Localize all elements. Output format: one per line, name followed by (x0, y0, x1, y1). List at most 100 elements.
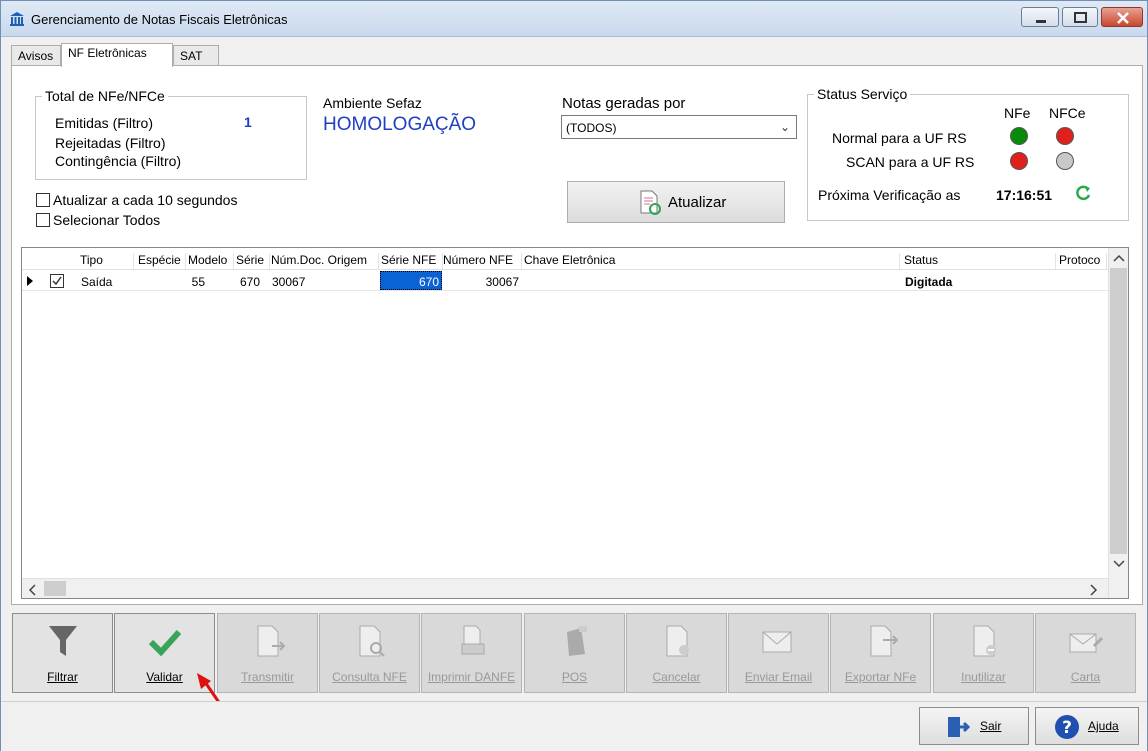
notas-geradas-value: (TODOS) (566, 121, 617, 135)
column-header-status[interactable]: Status (904, 253, 1056, 269)
row-indicator-icon (27, 276, 33, 286)
column-header-chave-eletronica[interactable]: Chave Eletrônica (524, 253, 900, 269)
consulta-nfe-button[interactable]: Consulta NFE (319, 613, 420, 693)
close-button[interactable] (1101, 7, 1143, 27)
cell-numero-nfe: 30067 (485, 275, 519, 289)
funnel-icon (49, 626, 77, 656)
document-cancel-icon (666, 625, 689, 657)
scroll-up-icon[interactable] (1113, 254, 1125, 262)
status-servico-group: Status Serviço NFe NFCe Normal para a UF… (807, 86, 1129, 221)
atualizar-label: Atualizar (668, 194, 727, 211)
window-title: Gerenciamento de Notas Fiscais Eletrônic… (31, 12, 288, 27)
vertical-scrollbar[interactable] (1108, 248, 1128, 598)
footer-bar: Sair ? Ajuda (1, 701, 1147, 751)
minimize-button[interactable] (1021, 7, 1059, 27)
scan-nfe-status-indicator (1010, 152, 1028, 170)
horizontal-scrollbar[interactable] (22, 578, 1108, 598)
tab-avisos[interactable]: Avisos (11, 45, 61, 66)
normal-nfe-status-indicator (1010, 127, 1028, 145)
document-export-icon (870, 625, 899, 657)
envelope-send-icon (762, 631, 792, 653)
column-header-serie-nfe[interactable]: Série NFE (381, 253, 443, 269)
grid-header: Tipo Espécie Modelo Série Núm.Doc. Orige… (22, 248, 1108, 270)
cell-status: Digitada (905, 275, 953, 289)
next-check-time: 17:16:51 (996, 187, 1053, 203)
emitidas-label: Emitidas (Filtro) (55, 115, 154, 131)
select-all-checkbox-box[interactable] (36, 213, 50, 227)
ambiente-value: HOMOLOGAÇÃO (323, 114, 477, 135)
vertical-scroll-thumb[interactable] (1110, 268, 1127, 554)
maximize-button[interactable] (1062, 7, 1098, 27)
nfe-column-label: NFe (1004, 105, 1031, 121)
status-servico-legend: Status Serviço (814, 86, 911, 102)
normal-uf-label: Normal para a UF RS (832, 130, 967, 146)
auto-refresh-checkbox[interactable]: Atualizar a cada 10 segundos (36, 192, 237, 208)
auto-refresh-checkbox-box[interactable] (36, 193, 50, 207)
contingencia-label: Contingência (Filtro) (55, 153, 182, 169)
totals-group: Total de NFe/NFCe Emitidas (Filtro) 1 Re… (35, 88, 307, 180)
horizontal-scroll-thumb[interactable] (44, 581, 66, 596)
help-icon: ? (1055, 715, 1079, 739)
enviar-email-button[interactable]: Enviar Email (728, 613, 829, 693)
pos-terminal-icon (567, 626, 587, 656)
checkmark-icon (148, 629, 182, 657)
row-checkbox[interactable] (50, 274, 65, 289)
select-all-checkbox[interactable]: Selecionar Todos (36, 212, 160, 228)
column-header-numero-nfe[interactable]: Número NFE (443, 253, 522, 269)
bank-building-icon (10, 12, 24, 26)
scroll-down-icon[interactable] (1113, 560, 1125, 568)
emitidas-value: 1 (244, 114, 252, 130)
scan-uf-label: SCAN para a UF RS (846, 154, 975, 170)
tab-nf-eletronicas[interactable]: NF Eletrônicas (61, 43, 173, 67)
column-header-modelo[interactable]: Modelo (188, 253, 234, 269)
chevron-down-icon: ⌄ (779, 120, 790, 134)
title-bar: Gerenciamento de Notas Fiscais Eletrônic… (1, 1, 1147, 37)
cell-tipo: Saída (81, 275, 113, 289)
cancelar-button[interactable]: Cancelar (626, 613, 727, 693)
ambiente-label: Ambiente Sefaz (323, 95, 422, 111)
column-header-serie[interactable]: Série (236, 253, 270, 269)
svg-text:?: ? (1062, 718, 1072, 738)
table-row[interactable]: Saída 55 670 30067 670 30067 Digitada (22, 271, 1108, 291)
scroll-left-icon[interactable] (28, 584, 36, 596)
envelope-edit-icon (1069, 633, 1104, 653)
sair-button[interactable]: Sair (919, 707, 1029, 745)
column-header-protocolo[interactable]: Protoco (1059, 253, 1107, 269)
auto-refresh-label: Atualizar a cada 10 segundos (53, 192, 238, 208)
imprimir-danfe-button[interactable]: Imprimir DANFE (421, 613, 522, 693)
tab-sat[interactable]: SAT (173, 45, 219, 66)
carta-button[interactable]: Carta (1035, 613, 1136, 693)
exportar-nfe-button[interactable]: Exportar NFe (830, 613, 931, 693)
normal-nfce-status-indicator (1056, 127, 1074, 145)
minimize-icon (1036, 20, 1046, 23)
next-check-label: Próxima Verificação as (818, 187, 961, 203)
column-header-tipo[interactable]: Tipo (80, 253, 134, 269)
close-icon (1117, 12, 1129, 24)
exit-door-icon (948, 717, 970, 737)
notas-geradas-select[interactable]: (TODOS) ⌄ (561, 115, 797, 139)
main-window: Gerenciamento de Notas Fiscais Eletrônic… (0, 0, 1148, 751)
rejeitadas-label: Rejeitadas (Filtro) (55, 135, 166, 151)
ajuda-button[interactable]: ? Ajuda (1035, 707, 1139, 745)
inutilizar-button[interactable]: Inutilizar (933, 613, 1034, 693)
document-disable-icon (973, 625, 996, 657)
notes-grid[interactable]: Tipo Espécie Modelo Série Núm.Doc. Orige… (21, 247, 1129, 599)
document-print-icon (461, 625, 485, 655)
document-refresh-icon (640, 190, 661, 215)
refresh-icon[interactable] (1074, 184, 1092, 202)
atualizar-button[interactable]: Atualizar (567, 181, 785, 223)
pos-button[interactable]: POS (524, 613, 625, 693)
document-send-icon (257, 625, 286, 657)
column-header-num-doc-origem[interactable]: Núm.Doc. Origem (271, 253, 379, 269)
cell-num-doc-origem: 30067 (272, 275, 306, 289)
nfce-column-label: NFCe (1049, 105, 1086, 121)
select-all-label: Selecionar Todos (53, 212, 161, 228)
column-header-especie[interactable]: Espécie (138, 253, 186, 269)
scan-nfce-status-indicator (1056, 152, 1074, 170)
cell-serie: 670 (239, 275, 260, 289)
filtrar-button[interactable]: Filtrar (12, 613, 113, 693)
scroll-right-icon[interactable] (1090, 584, 1098, 596)
totals-legend: Total de NFe/NFCe (42, 88, 168, 104)
cell-serie-nfe[interactable]: 670 (380, 271, 442, 290)
document-search-icon (359, 625, 385, 657)
